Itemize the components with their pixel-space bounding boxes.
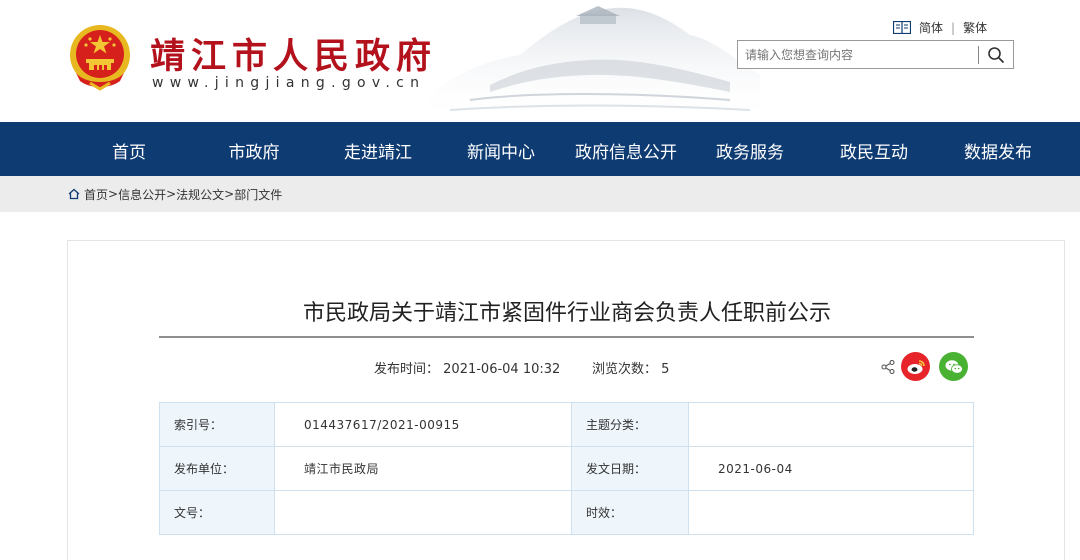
nav-item-interaction[interactable]: 政民互动 [833,138,915,163]
search-icon [988,46,1005,63]
publish-time-label: 发布时间： [374,362,440,377]
breadcrumb-home[interactable]: 首页 [84,186,108,203]
breadcrumb-sep: > [108,187,119,201]
doc-number-label: 文号： [159,490,275,535]
search-box [737,40,1014,69]
site-title[interactable]: 靖江市人民政府 [150,28,437,79]
article-panel: 市民政局关于靖江市紧固件行业商会负责人任职前公示 发布时间： 2021-06-0… [67,240,1065,560]
search-input[interactable] [738,41,978,68]
site-url: www.jingjiang.gov.cn [152,75,426,91]
lang-simplified-link[interactable]: 简体 [919,19,943,36]
views-meta: 浏览次数： 5 [592,358,669,377]
publisher-value: 靖江市民政局 [274,446,572,491]
index-number-label: 索引号： [159,402,275,447]
nav-item-news-center[interactable]: 新闻中心 [460,138,542,163]
issue-date-label: 发文日期： [571,446,689,491]
topic-category-label: 主题分类： [571,402,689,447]
book-icon [893,21,911,34]
lang-traditional-link[interactable]: 繁体 [963,19,987,36]
share-bar [881,352,968,381]
breadcrumb-sep: > [224,187,235,201]
wechat-share-button[interactable] [939,352,968,381]
validity-value [688,490,974,535]
title-divider [159,336,974,338]
views-label: 浏览次数： [592,362,658,377]
wechat-icon [945,359,963,374]
home-icon [68,188,80,200]
breadcrumb-sep: > [166,187,177,201]
landscape-banner-art [430,6,760,122]
table-row: 文号： 时效： [159,490,974,535]
weibo-share-button[interactable] [901,352,930,381]
language-switcher: 简体 | 繁体 [893,19,987,36]
breadcrumb-regulations[interactable]: 法规公文 [176,186,224,203]
breadcrumb: 首页 > 信息公开 > 法规公文 > 部门文件 [0,176,1080,212]
table-row: 索引号： 014437617/2021-00915 主题分类： [159,402,974,447]
nav-item-about-jingjiang[interactable]: 走进靖江 [337,138,419,163]
validity-label: 时效： [571,490,689,535]
nav-item-info-disclosure[interactable]: 政府信息公开 [568,138,684,163]
weibo-icon [907,359,925,374]
table-row: 发布单位： 靖江市民政局 发文日期： 2021-06-04 [159,446,974,491]
index-number-value: 014437617/2021-00915 [274,402,572,447]
doc-number-value [274,490,572,535]
nav-item-gov-services[interactable]: 政务服务 [709,138,791,163]
breadcrumb-info-disclosure[interactable]: 信息公开 [118,186,166,203]
lang-separator: | [951,20,956,35]
publish-time-value: 2021-06-04 10:32 [443,362,561,377]
breadcrumb-dept-docs[interactable]: 部门文件 [234,186,282,203]
nav-item-data-release[interactable]: 数据发布 [957,138,1039,163]
nav-item-home[interactable]: 首页 [106,138,152,163]
national-emblem-logo [70,25,130,91]
search-button[interactable] [979,41,1013,68]
site-header: 靖江市人民政府 www.jingjiang.gov.cn 简体 | 繁体 [0,0,1080,122]
article-title: 市民政局关于靖江市紧固件行业商会负责人任职前公示 [302,301,831,326]
issue-date-value: 2021-06-04 [688,446,974,491]
publisher-label: 发布单位： [159,446,275,491]
publish-time-meta: 发布时间： 2021-06-04 10:32 [374,358,560,377]
topic-category-value [688,402,974,447]
views-value: 5 [661,362,670,377]
share-icon[interactable] [881,359,895,374]
nav-item-government[interactable]: 市政府 [222,138,286,163]
doc-info-table: 索引号： 014437617/2021-00915 主题分类： 发布单位： 靖江… [159,402,974,535]
